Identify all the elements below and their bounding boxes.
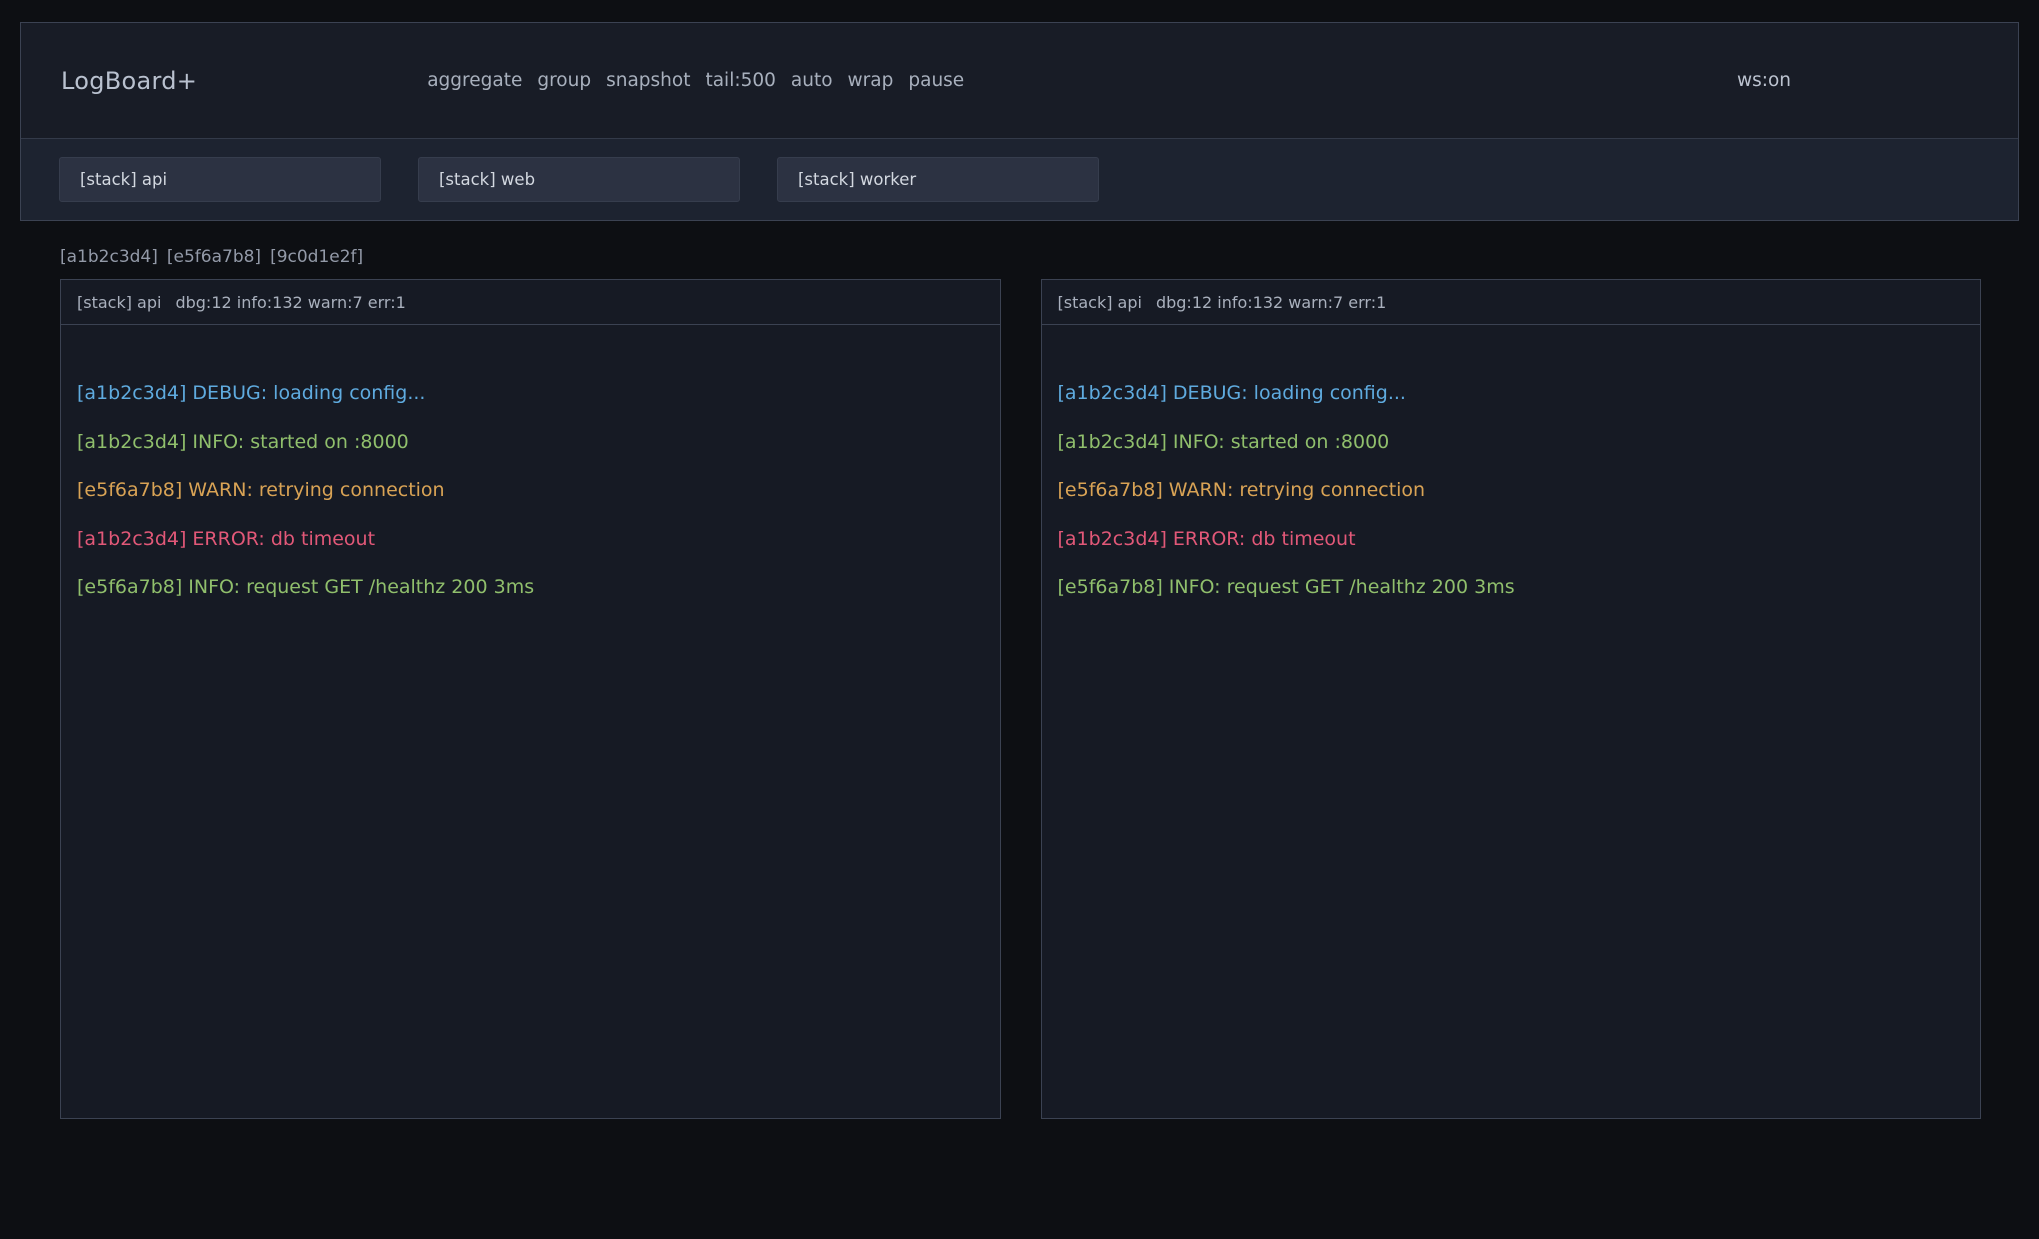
- ws-status-badge: ws:on: [1737, 70, 1791, 91]
- nav-item[interactable]: auto: [791, 70, 833, 91]
- breadcrumb: [a1b2c3d4] [e5f6a7b8] [9c0d1e2f]: [60, 247, 1979, 267]
- nav-item[interactable]: pause: [908, 70, 964, 91]
- nav-item[interactable]: aggregate: [427, 70, 522, 91]
- panel-header: [stack] api dbg:12 info:132 warn:7 err:1: [1042, 280, 1981, 325]
- trace-id: [9c0d1e2f]: [270, 247, 363, 267]
- log-panels: [stack] api dbg:12 info:132 warn:7 err:1…: [60, 279, 1981, 1119]
- panel-level-counts: dbg:12 info:132 warn:7 err:1: [175, 293, 405, 312]
- log-line: [a1b2c3d4] INFO: started on :8000: [77, 418, 984, 467]
- nav-item[interactable]: tail:500: [705, 70, 775, 91]
- nav-item[interactable]: group: [537, 70, 591, 91]
- log-stream: [a1b2c3d4] DEBUG: loading config...[a1b2…: [61, 325, 1000, 656]
- log-line: [a1b2c3d4] DEBUG: loading config...: [1058, 369, 1965, 418]
- trace-id: [a1b2c3d4]: [60, 247, 158, 267]
- panel-source-label: [stack] api: [1058, 293, 1142, 312]
- nav-item[interactable]: snapshot: [606, 70, 690, 91]
- log-line: [a1b2c3d4] ERROR: db timeout: [77, 515, 984, 564]
- panel-level-counts: dbg:12 info:132 warn:7 err:1: [1156, 293, 1386, 312]
- panel-source-label: [stack] api: [77, 293, 161, 312]
- log-line: [a1b2c3d4] INFO: started on :8000: [1058, 418, 1965, 467]
- log-line: [e5f6a7b8] INFO: request GET /healthz 20…: [1058, 563, 1965, 612]
- log-line: [e5f6a7b8] INFO: request GET /healthz 20…: [77, 563, 984, 612]
- stack-tab[interactable]: [stack] worker: [777, 157, 1099, 202]
- app-title: LogBoard+: [61, 67, 197, 95]
- stack-tab-row: [stack] api [stack] web [stack] worker: [21, 138, 2018, 220]
- log-line: [e5f6a7b8] WARN: retrying connection: [77, 466, 984, 515]
- stack-tab[interactable]: [stack] web: [418, 157, 740, 202]
- panel-header: [stack] api dbg:12 info:132 warn:7 err:1: [61, 280, 1000, 325]
- app-header: LogBoard+ aggregate group snapshot tail:500…: [20, 22, 2019, 221]
- log-panel-right: [stack] api dbg:12 info:132 warn:7 err:1…: [1041, 279, 1982, 1119]
- log-line: [a1b2c3d4] ERROR: db timeout: [1058, 515, 1965, 564]
- title-row: LogBoard+ aggregate group snapshot tail:500…: [21, 23, 2018, 138]
- log-panel-left: [stack] api dbg:12 info:132 warn:7 err:1…: [60, 279, 1001, 1119]
- nav-item[interactable]: wrap: [848, 70, 894, 91]
- log-stream: [a1b2c3d4] DEBUG: loading config...[a1b2…: [1042, 325, 1981, 656]
- main-nav: aggregate group snapshot tail:500 auto wrappa…: [427, 70, 964, 91]
- log-line: [a1b2c3d4] DEBUG: loading config...: [77, 369, 984, 418]
- stack-tab[interactable]: [stack] api: [59, 157, 381, 202]
- trace-id: [e5f6a7b8]: [167, 247, 261, 267]
- log-line: [e5f6a7b8] WARN: retrying connection: [1058, 466, 1965, 515]
